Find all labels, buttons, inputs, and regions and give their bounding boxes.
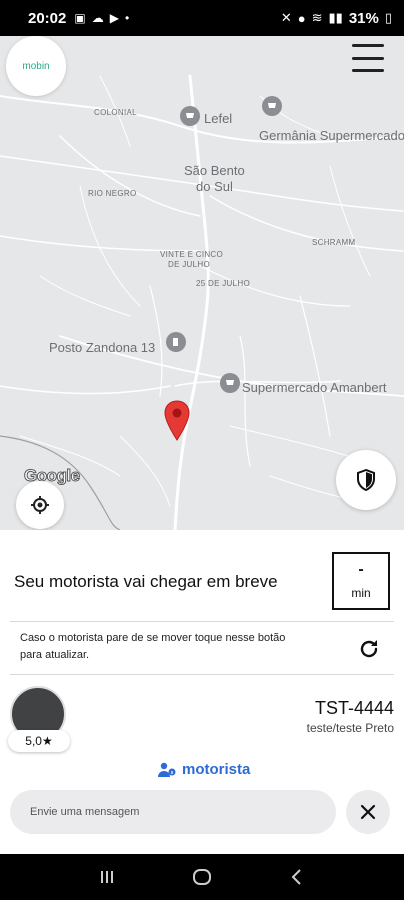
eta-value: - — [358, 561, 364, 578]
shopping-cart-icon — [226, 380, 234, 385]
close-button[interactable] — [346, 790, 390, 834]
poi-marker-posto[interactable] — [166, 332, 186, 352]
shield-icon — [357, 469, 375, 491]
message-input[interactable] — [10, 790, 336, 834]
menu-button[interactable] — [350, 40, 386, 76]
cloud-icon: ☁ — [91, 11, 104, 25]
map-label-sao-bento: São Bento — [184, 163, 245, 178]
map-label-vinte-cinco: VINTE E CINCO — [160, 250, 224, 259]
map-label-colonial: COLONIAL — [94, 108, 137, 117]
vehicle-plate: TST-4444 — [314, 698, 394, 718]
home-button[interactable] — [187, 862, 217, 892]
my-location-button[interactable] — [16, 481, 64, 529]
system-nav-bar — [0, 854, 404, 900]
app-logo: mobin — [6, 36, 66, 96]
hamburger-icon — [352, 44, 384, 47]
driver-link-label: motorista — [182, 761, 251, 778]
map-view[interactable]: COLONIAL Lefel Germânia Supermercado São… — [0, 36, 404, 530]
eta-unit: min — [351, 586, 371, 600]
app-logo-text: mobin — [22, 60, 50, 72]
wifi-icon: ≋ — [311, 10, 323, 25]
youtube-icon: ▶ — [109, 11, 119, 25]
map-label-schramm: SCHRAMM — [312, 238, 356, 247]
rating-value: 5,0★ — [25, 734, 53, 748]
shopping-cart-icon — [186, 113, 194, 118]
location-pin-icon — [164, 400, 190, 441]
poi-marker-supermercado[interactable] — [220, 373, 240, 393]
eta-box: - min — [332, 552, 390, 610]
refresh-hint: Caso o motorista pare de se mover toque … — [20, 632, 286, 661]
person-info-icon — [158, 762, 176, 777]
divider — [10, 621, 394, 622]
map-label-rio-negro: RIO NEGRO — [88, 189, 137, 198]
back-icon — [291, 869, 301, 885]
battery-icon: ▯ — [384, 10, 392, 25]
image-icon: ▣ — [74, 11, 86, 25]
map-label-supermercado: Supermercado Amanbert — [242, 380, 387, 395]
signal-icon: ▮▮ — [328, 10, 343, 25]
status-bar: 20:02 ▣ ☁ ▶ • ✕ ● ≋ ▮▮ 31% ▯ — [0, 0, 404, 36]
divider — [10, 674, 394, 675]
safety-button[interactable] — [336, 450, 396, 510]
recent-apps-button[interactable] — [92, 862, 122, 892]
refresh-button[interactable] — [352, 632, 386, 666]
arrival-row: Seu motorista vai chegar em breve - min — [0, 548, 404, 618]
map-label-do-sul: do Sul — [196, 179, 233, 194]
map-label-de-julho: DE JULHO — [168, 260, 210, 269]
battery-percentage: 31% — [348, 9, 379, 27]
map-label-lefel: Lefel — [204, 111, 233, 126]
close-icon — [360, 804, 376, 820]
dot-icon: • — [124, 11, 130, 25]
driver-rating: 5,0★ — [8, 730, 70, 752]
arrival-title: Seu motorista vai chegar em breve — [14, 572, 278, 591]
poi-marker-lefel[interactable] — [180, 106, 200, 126]
recent-apps-icon — [101, 871, 114, 883]
home-icon — [192, 869, 211, 885]
map-label-germania: Germânia Supermercado — [259, 128, 404, 143]
gas-station-icon — [173, 338, 178, 346]
map-label-25-de-julho: 25 DE JULHO — [196, 279, 250, 288]
refresh-icon — [360, 640, 378, 658]
map-label-posto: Posto Zandona 13 — [49, 340, 156, 355]
crosshair-icon — [31, 496, 49, 514]
driver-profile-link[interactable]: motorista — [158, 761, 250, 778]
location-icon: ● — [297, 10, 306, 26]
vehicle-description: teste/teste Preto — [306, 721, 394, 735]
status-time: 20:02 — [28, 9, 67, 27]
shopping-cart-icon — [268, 103, 276, 108]
trip-panel: Seu motorista vai chegar em breve - min … — [0, 530, 404, 854]
back-button[interactable] — [282, 862, 312, 892]
poi-marker-germania[interactable] — [262, 96, 282, 116]
mute-icon: ✕ — [280, 10, 292, 25]
